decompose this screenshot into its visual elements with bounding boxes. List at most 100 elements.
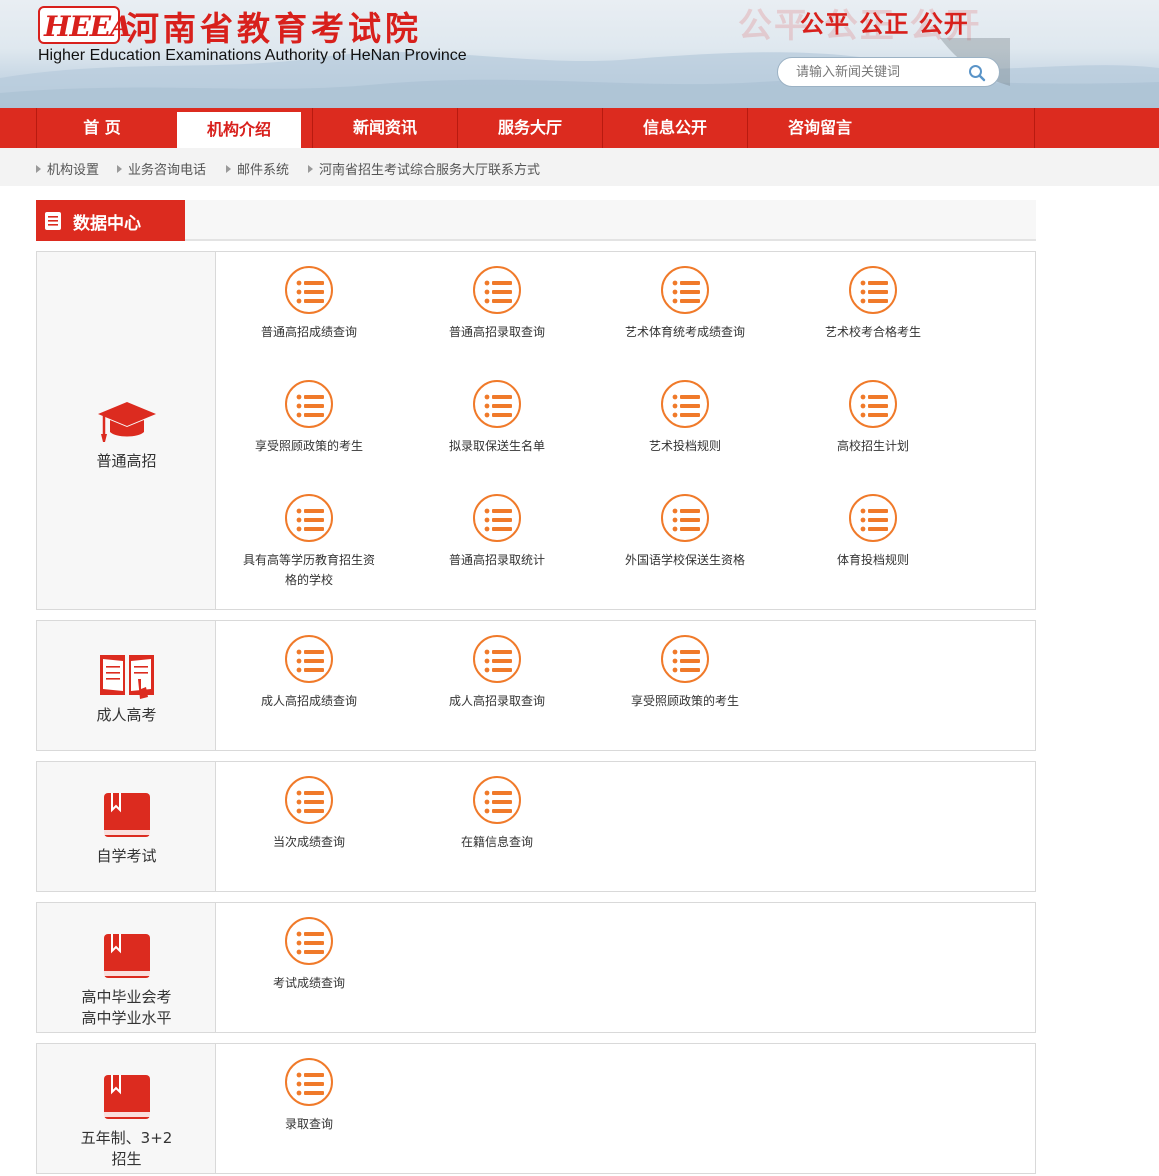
site-logo-title[interactable]: 河南省教育考试院 [126, 2, 422, 50]
nav-item-news[interactable]: 新闻资讯 [312, 108, 457, 148]
list-icon-circle[interactable] [473, 494, 521, 542]
search-input[interactable] [796, 63, 966, 81]
category-sidebar: 成人高考 [37, 621, 216, 750]
category-block-five-year: 五年制、3+2 招生 [36, 1043, 1036, 1174]
query-item[interactable]: 享受照顾政策的考生 [219, 380, 399, 460]
main-nav: 首 页 机构介绍 新闻资讯 服务大厅 信息公开 咨询留言 [0, 108, 1159, 148]
nav-divider [1034, 108, 1035, 148]
list-icon-circle[interactable] [849, 494, 897, 542]
list-icon-circle[interactable] [849, 380, 897, 428]
query-item-label[interactable]: 当次成绩查询 [219, 832, 399, 852]
sublink-consult-phone[interactable]: 业务咨询电话 [117, 159, 206, 178]
list-icon-circle[interactable] [285, 776, 333, 824]
query-item[interactable]: 考试成绩查询 [219, 917, 399, 997]
closed-book-icon [104, 934, 150, 978]
query-item-label[interactable]: 艺术体育统考成绩查询 [595, 322, 775, 342]
list-icon-circle[interactable] [661, 266, 709, 314]
query-item[interactable]: 普通高招录取查询 [407, 266, 587, 346]
list-icon-circle[interactable] [285, 266, 333, 314]
list-icon-circle[interactable] [285, 1058, 333, 1106]
list-icon-circle[interactable] [473, 266, 521, 314]
list-icon-circle[interactable] [849, 266, 897, 314]
query-item[interactable]: 艺术体育统考成绩查询 [595, 266, 775, 346]
list-icon [672, 508, 700, 532]
sub-links-bar: 机构设置 业务咨询电话 邮件系统 河南省招生考试综合服务大厅联系方式 [0, 148, 1159, 186]
list-icon [860, 280, 888, 304]
query-item-label[interactable]: 普通高招成绩查询 [219, 322, 399, 342]
query-item-label[interactable]: 成人高招成绩查询 [219, 691, 399, 711]
arrow-right-icon [36, 165, 41, 173]
closed-book-icon [104, 1075, 150, 1119]
nav-item-about[interactable]: 机构介绍 [177, 112, 301, 148]
open-book-icon [100, 655, 154, 699]
query-item[interactable]: 普通高招录取统计 [407, 494, 587, 574]
list-icon-circle[interactable] [285, 494, 333, 542]
query-item-label[interactable]: 具有高等学历教育招生资格的学校 [239, 550, 379, 590]
list-icon [484, 790, 512, 814]
query-item[interactable]: 在籍信息查询 [407, 776, 587, 856]
list-icon-circle[interactable] [473, 380, 521, 428]
list-icon-circle[interactable] [473, 635, 521, 683]
list-icon [296, 394, 324, 418]
list-icon-circle[interactable] [661, 635, 709, 683]
query-item[interactable]: 享受照顾政策的考生 [595, 635, 775, 715]
query-item-label[interactable]: 艺术校考合格考生 [783, 322, 963, 342]
query-item[interactable]: 体育投档规则 [783, 494, 963, 574]
nav-item-consultation[interactable]: 咨询留言 [747, 108, 892, 148]
list-icon-circle[interactable] [661, 494, 709, 542]
document-icon [45, 212, 61, 230]
slogan: 公平 公正 公开 [800, 9, 969, 38]
query-item[interactable]: 艺术校考合格考生 [783, 266, 963, 346]
query-item-label[interactable]: 高校招生计划 [783, 436, 963, 456]
query-item-label[interactable]: 在籍信息查询 [407, 832, 587, 852]
list-icon-circle[interactable] [661, 380, 709, 428]
query-item-label[interactable]: 普通高招录取查询 [407, 322, 587, 342]
list-icon-circle[interactable] [285, 635, 333, 683]
query-item-label[interactable]: 成人高招录取查询 [407, 691, 587, 711]
arrow-right-icon [226, 165, 231, 173]
nav-item-service-hall[interactable]: 服务大厅 [457, 108, 602, 148]
query-item-label[interactable]: 艺术投档规则 [595, 436, 775, 456]
category-block-high-school-exam: 高中毕业会考 高中学业水平 [36, 902, 1036, 1033]
query-item-label[interactable]: 享受照顾政策的考生 [595, 691, 775, 711]
list-icon-circle[interactable] [473, 776, 521, 824]
query-item[interactable]: 艺术投档规则 [595, 380, 775, 460]
arrow-right-icon [117, 165, 122, 173]
site-logo-badge[interactable]: HEEA [38, 6, 132, 44]
section-title: 数据中心 [73, 214, 141, 234]
list-icon [672, 649, 700, 673]
list-icon [296, 649, 324, 673]
sublink-mail-system[interactable]: 邮件系统 [226, 159, 289, 178]
query-item[interactable]: 当次成绩查询 [219, 776, 399, 856]
category-label: 成人高考 [96, 706, 157, 724]
list-icon [484, 508, 512, 532]
nav-item-home[interactable]: 首 页 [36, 108, 167, 148]
sublink-service-hall-contact[interactable]: 河南省招生考试综合服务大厅联系方式 [308, 159, 540, 178]
query-item-label[interactable]: 外国语学校保送生资格 [595, 550, 775, 570]
query-item[interactable]: 录取查询 [219, 1058, 399, 1138]
query-item-label[interactable]: 录取查询 [219, 1114, 399, 1134]
search-icon[interactable] [968, 64, 986, 82]
query-item[interactable]: 具有高等学历教育招生资格的学校 [219, 494, 399, 587]
query-item[interactable]: 成人高招录取查询 [407, 635, 587, 715]
query-item-label[interactable]: 享受照顾政策的考生 [219, 436, 399, 456]
query-item[interactable]: 普通高招成绩查询 [219, 266, 399, 346]
query-item[interactable]: 拟录取保送生名单 [407, 380, 587, 460]
query-item[interactable]: 外国语学校保送生资格 [595, 494, 775, 574]
sublink-org-structure[interactable]: 机构设置 [36, 159, 99, 178]
query-item-label[interactable]: 考试成绩查询 [219, 973, 399, 993]
nav-item-info-disclosure[interactable]: 信息公开 [602, 108, 747, 148]
query-item-label[interactable]: 体育投档规则 [783, 550, 963, 570]
graduation-cap-icon [98, 402, 156, 442]
site-logo-subtitle: Higher Education Examinations Authority … [38, 47, 467, 64]
list-icon [296, 280, 324, 304]
list-icon [672, 394, 700, 418]
list-icon-circle[interactable] [285, 917, 333, 965]
query-item-label[interactable]: 拟录取保送生名单 [407, 436, 587, 456]
search-box [777, 57, 1000, 87]
list-icon-circle[interactable] [285, 380, 333, 428]
query-item[interactable]: 成人高招成绩查询 [219, 635, 399, 715]
query-item-label[interactable]: 普通高招录取统计 [407, 550, 587, 570]
list-icon [860, 508, 888, 532]
query-item[interactable]: 高校招生计划 [783, 380, 963, 460]
